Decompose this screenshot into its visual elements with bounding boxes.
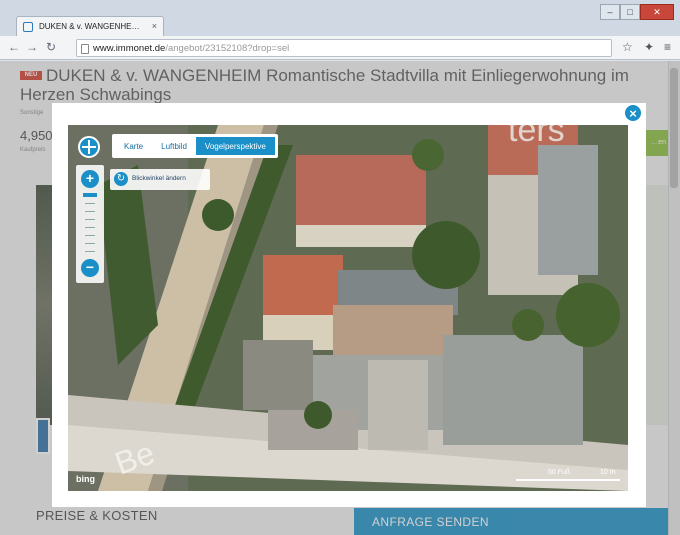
tab-close-icon[interactable]: ×	[152, 21, 157, 31]
birdseye-map[interactable]: ters Be Karte Luftbild Vogelperspektive …	[68, 125, 628, 491]
scale-label-meters: 10 m	[600, 469, 616, 476]
browser-tab[interactable]: DUKEN & v. WANGENHE… ×	[16, 16, 164, 36]
change-angle-button[interactable]: ↻ Blickwinkel ändern	[110, 169, 210, 190]
bing-logo: bing	[76, 474, 95, 484]
rotate-icon: ↻	[114, 172, 128, 186]
compass-icon[interactable]	[78, 136, 100, 158]
zoom-tick	[85, 235, 95, 236]
change-angle-label: Blickwinkel ändern	[132, 175, 186, 182]
zoom-in-button[interactable]: +	[81, 170, 99, 188]
maximize-button[interactable]: □	[620, 4, 640, 20]
zoom-tick	[85, 251, 95, 252]
page-icon	[81, 44, 89, 54]
zoom-tick	[85, 203, 95, 204]
tab-strip: DUKEN & v. WANGENHE… × – □ ✕	[0, 0, 680, 36]
zoom-tick	[85, 211, 95, 212]
browser-chrome: DUKEN & v. WANGENHE… × – □ ✕ ← → ↻ www.i…	[0, 0, 680, 60]
url-path: /angebot/23152108?drop=sel	[165, 43, 290, 54]
address-bar[interactable]: www.immonet.de/angebot/23152108?drop=sel	[76, 39, 612, 57]
site-favicon-icon	[23, 22, 33, 32]
window-close-button[interactable]: ✕	[640, 4, 674, 20]
reload-icon[interactable]: ↻	[46, 40, 56, 54]
svg-text:ters: ters	[508, 125, 565, 149]
mode-aerial-button[interactable]: Luftbild	[152, 137, 196, 155]
zoom-tick	[85, 243, 95, 244]
map-scale: 50 Fuß 10 m	[514, 469, 624, 485]
minimize-button[interactable]: –	[600, 4, 620, 20]
forward-arrow-icon[interactable]: →	[26, 40, 38, 54]
tab-title: DUKEN & v. WANGENHE…	[39, 22, 140, 31]
extension-icon[interactable]: ✦	[644, 40, 654, 54]
bookmark-star-icon[interactable]: ☆	[622, 40, 633, 54]
scale-label-feet: 50 Fuß	[548, 469, 571, 476]
menu-icon[interactable]: ≡	[664, 40, 671, 54]
zoom-tick	[85, 227, 95, 228]
zoom-control: + −	[76, 165, 104, 283]
window-controls: – □ ✕	[600, 4, 674, 20]
browser-toolbar: ← → ↻ www.immonet.de/angebot/23152108?dr…	[0, 36, 680, 60]
mode-map-button[interactable]: Karte	[115, 137, 152, 155]
map-mode-switch: Karte Luftbild Vogelperspektive	[112, 134, 278, 158]
back-arrow-icon[interactable]: ←	[8, 40, 20, 54]
zoom-slider-thumb[interactable]	[83, 193, 97, 197]
mode-birdseye-button[interactable]: Vogelperspektive	[195, 137, 275, 155]
scale-bar	[516, 479, 620, 481]
url-host: www.immonet.de	[93, 43, 166, 54]
zoom-out-button[interactable]: −	[81, 259, 99, 277]
zoom-tick	[85, 219, 95, 220]
modal-close-button[interactable]: ×	[624, 104, 642, 122]
